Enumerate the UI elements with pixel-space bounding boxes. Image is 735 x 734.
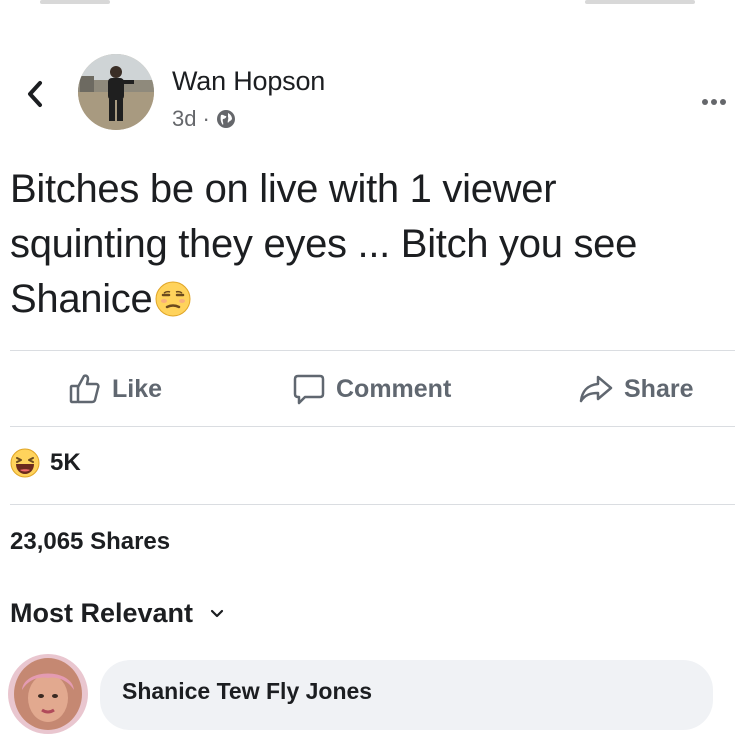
- comment-bubble-icon: [293, 374, 325, 405]
- like-label: Like: [112, 374, 163, 403]
- divider-top: [10, 350, 735, 351]
- top-cutoff-edge: [40, 0, 695, 4]
- share-button[interactable]: Share: [578, 362, 693, 416]
- comment-author[interactable]: Shanice Tew Fly Jones: [122, 678, 372, 705]
- haha-reaction-icon: [10, 448, 40, 478]
- meta-separator: ·: [202, 106, 210, 131]
- reaction-summary[interactable]: 5K: [10, 448, 81, 478]
- reaction-count: 5K: [50, 449, 81, 476]
- comment-button[interactable]: Comment: [292, 362, 451, 416]
- more-options-button[interactable]: [701, 82, 727, 113]
- share-count[interactable]: 23,065 Shares: [10, 528, 170, 556]
- comment-bubble[interactable]: Shanice Tew Fly Jones: [100, 660, 713, 730]
- unamused-face-icon: [154, 278, 192, 333]
- share-label: Share: [624, 374, 694, 403]
- author-avatar[interactable]: [78, 54, 154, 130]
- thumbs-up-icon: [69, 374, 100, 404]
- like-button[interactable]: Like: [68, 362, 162, 416]
- action-bar: Like Comment Share: [0, 362, 735, 416]
- more-dots-icon: [702, 99, 726, 105]
- post-header: Wan Hopson 3d ·: [0, 54, 735, 134]
- post-time[interactable]: 3d: [172, 106, 196, 132]
- back-button[interactable]: [20, 74, 50, 114]
- post-body: Bitches be on live with 1 viewer squinti…: [10, 162, 715, 333]
- chevron-down-icon: [210, 609, 224, 617]
- post-meta: 3d ·: [172, 106, 236, 132]
- comment-label: Comment: [336, 374, 452, 403]
- globe-icon: [216, 110, 235, 128]
- post-text: Bitches be on live with 1 viewer squinti…: [10, 167, 638, 321]
- comment-sort-dropdown[interactable]: Most Relevant: [10, 598, 225, 629]
- divider-reactions: [10, 504, 735, 505]
- sort-label: Most Relevant: [10, 598, 194, 628]
- author-name[interactable]: Wan Hopson: [172, 66, 325, 97]
- commenter-avatar[interactable]: [8, 654, 88, 734]
- share-arrow-icon: [579, 375, 613, 403]
- divider-actions: [10, 426, 735, 427]
- chevron-left-icon: [28, 81, 42, 107]
